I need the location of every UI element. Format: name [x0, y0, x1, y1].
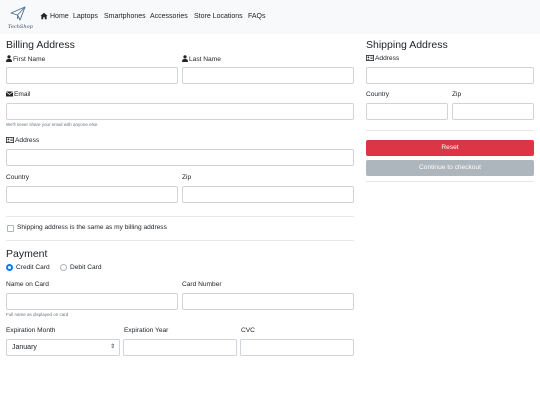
navbar: TechShop Home Laptops Smartphones Access… [0, 0, 540, 34]
shipping-address-label: Address [366, 55, 399, 63]
address-input[interactable] [6, 149, 354, 166]
first-name-label: First Name [6, 55, 45, 64]
expiration-year-input[interactable] [123, 339, 237, 356]
credit-card-label[interactable]: Credit Card [16, 264, 50, 272]
shipping-country-input[interactable] [366, 103, 448, 120]
shipping-zip-input[interactable] [452, 103, 534, 120]
last-name-label: Last Name [182, 55, 221, 64]
zip-label: Zip [182, 174, 192, 181]
last-name-input[interactable] [182, 67, 354, 84]
card-number-input[interactable] [182, 293, 354, 310]
address-card-icon [366, 55, 374, 61]
continue-to-checkout-button[interactable]: Continue to checkout [366, 160, 534, 176]
envelope-icon [5, 91, 14, 97]
nav-store-locations[interactable]: Store Locations [194, 13, 243, 21]
country-label: Country [6, 174, 30, 181]
credit-card-radio[interactable] [6, 264, 13, 271]
address-card-icon [6, 137, 14, 143]
cvc-label: CVC [241, 327, 255, 334]
nav-smartphones[interactable]: Smartphones [104, 13, 146, 21]
card-name-label: Name on Card [6, 281, 49, 288]
zip-input[interactable] [182, 186, 354, 203]
brand-logo[interactable]: TechShop [8, 6, 33, 32]
nav-accessories[interactable]: Accessories [150, 13, 188, 21]
email-input[interactable] [6, 103, 354, 120]
shipping-title: Shipping Address [366, 39, 448, 51]
payment-title: Payment [6, 248, 48, 260]
same-address-checkbox[interactable] [7, 225, 14, 232]
shipping-address-input[interactable] [366, 67, 534, 84]
expiration-month-select[interactable]: January ⇕ [6, 339, 120, 356]
brand-logo-text: TechShop [8, 24, 33, 30]
paper-plane-icon [10, 6, 26, 21]
shipping-zip-label: Zip [452, 91, 462, 98]
nav-home[interactable]: Home [50, 13, 69, 21]
expiration-year-label: Expiration Year [124, 327, 169, 334]
select-arrows-icon: ⇕ [109, 344, 115, 350]
same-address-label[interactable]: Shipping address is the same as my billi… [17, 224, 167, 232]
home-icon [40, 12, 48, 20]
email-label: Email [5, 91, 31, 99]
cvc-input[interactable] [240, 339, 354, 356]
divider [6, 216, 354, 217]
user-icon [182, 55, 188, 62]
reset-button[interactable]: Reset [366, 140, 534, 156]
shipping-country-label: Country [366, 91, 390, 98]
first-name-input[interactable] [6, 67, 178, 84]
email-help-text: We'll never share your email with anyone… [6, 122, 99, 127]
country-input[interactable] [6, 186, 178, 203]
divider [6, 240, 354, 241]
billing-title: Billing Address [6, 39, 75, 51]
divider [366, 181, 534, 182]
nav-laptops[interactable]: Laptops [73, 13, 98, 21]
divider [366, 130, 534, 131]
card-number-label: Card Number [182, 281, 222, 288]
user-icon [6, 55, 12, 62]
nav-faqs[interactable]: FAQs [248, 13, 266, 21]
expiration-month-label: Expiration Month [6, 327, 56, 334]
address-label: Address [6, 137, 39, 145]
expiration-month-value: January [12, 344, 37, 351]
card-name-help-text: Full name as displayed on card [6, 312, 69, 317]
debit-card-label[interactable]: Debit Card [70, 264, 102, 272]
card-name-input[interactable] [6, 293, 178, 310]
debit-card-radio[interactable] [60, 264, 67, 271]
